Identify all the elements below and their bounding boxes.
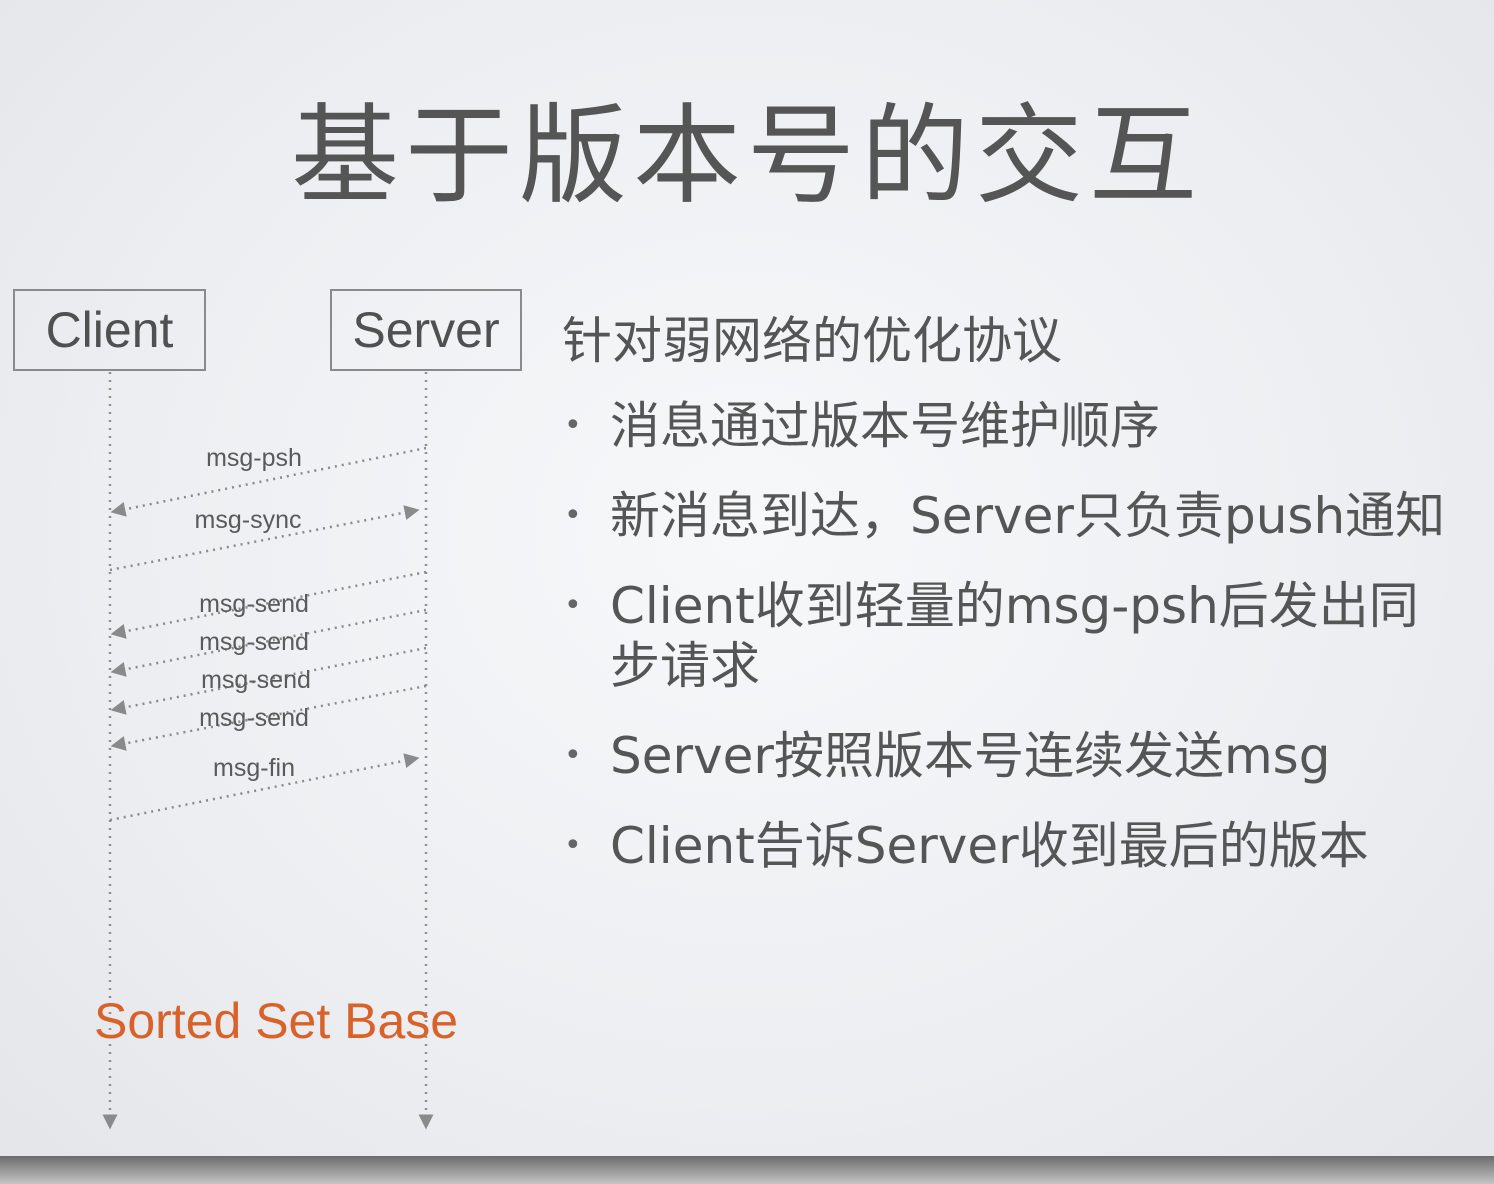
bullet-text: Client收到轻量的msg-psh后发出同步请求: [610, 577, 1419, 695]
bullet-dot: •: [564, 738, 582, 773]
message-label: msg-send: [199, 704, 309, 732]
message-label: msg-fin: [213, 754, 295, 782]
bullet-text: 新消息到达，Server只负责push通知: [610, 487, 1446, 545]
protocol-heading: 针对弱网络的优化协议: [562, 312, 1062, 370]
bullet-text: Client告诉Server收到最后的版本: [610, 817, 1369, 875]
message-label: msg-send: [199, 628, 309, 656]
bullet-item: • Server按照版本号连续发送msg: [562, 726, 1462, 786]
bullet-list: • 消息通过版本号维护顺序 • 新消息到达，Server只负责push通知 • Cli…: [562, 396, 1462, 876]
bullet-item: • Client收到轻量的msg-psh后发出同步请求: [562, 576, 1462, 696]
message-label: msg-send: [199, 590, 309, 618]
bullet-text: Server按照版本号连续发送msg: [610, 727, 1331, 785]
bullet-text: 消息通过版本号维护顺序: [610, 397, 1160, 455]
message-label: msg-psh: [206, 444, 302, 472]
bullet-item: • 新消息到达，Server只负责push通知: [562, 486, 1462, 546]
bullet-dot: •: [564, 498, 582, 533]
bullet-item: • 消息通过版本号维护顺序: [562, 396, 1462, 456]
bullet-dot: •: [564, 828, 582, 863]
bottom-bar: [0, 1156, 1494, 1184]
message-label: msg-send: [201, 666, 311, 694]
sorted-set-base-label: Sorted Set Base: [94, 993, 459, 1049]
bullet-dot: •: [564, 408, 582, 443]
bullet-item: • Client告诉Server收到最后的版本: [562, 816, 1462, 876]
bullet-dot: •: [564, 588, 582, 623]
message-label: msg-sync: [195, 506, 302, 534]
